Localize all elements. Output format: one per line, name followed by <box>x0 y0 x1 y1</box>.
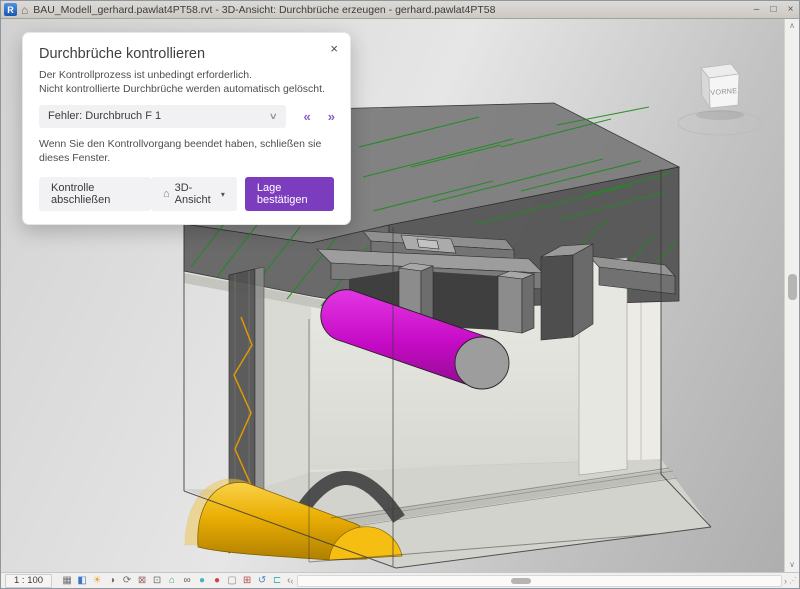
shadows-icon[interactable]: ◑ <box>105 574 119 588</box>
displaced-elements-icon[interactable]: ↺ <box>255 574 269 588</box>
reveal-hidden-icon[interactable]: ● <box>195 574 209 588</box>
dialog-button-row: Kontrolle abschließen ⌂ 3D-Ansicht ▾ Lag… <box>39 177 334 211</box>
scroll-right-button[interactable]: › <box>784 574 787 588</box>
analytical-model-icon[interactable]: ● <box>210 574 224 588</box>
revit-window: R ⌂ BAU_Modell_gerhard.pawlat4PT58.rvt -… <box>0 0 800 589</box>
chevron-down-icon: ∨ <box>269 111 278 122</box>
constraints-icon[interactable]: ⊞ <box>240 574 254 588</box>
caret-down-icon: ▾ <box>221 190 225 199</box>
dialog-note: Wenn Sie den Kontrollvorgang beendet hab… <box>39 138 334 166</box>
viewcube-front-label: VORNE <box>710 86 738 97</box>
temporary-view-properties-icon[interactable]: ▢ <box>225 574 239 588</box>
home-icon[interactable]: ⌂ <box>21 4 28 16</box>
horizontal-scroll-thumb[interactable] <box>511 578 531 584</box>
finish-control-button[interactable]: Kontrolle abschließen <box>39 177 151 211</box>
durchbrueche-dialog: × Durchbrüche kontrollieren Der Kontroll… <box>22 32 351 225</box>
window-title: BAU_Modell_gerhard.pawlat4PT58.rvt - 3D-… <box>33 4 495 16</box>
house-icon: ⌂ <box>163 188 170 200</box>
next-error-button[interactable]: » <box>328 109 334 124</box>
vertical-scrollbar[interactable]: ∧ ∨ <box>784 19 799 572</box>
vertical-scroll-thumb[interactable] <box>788 274 797 300</box>
3d-viewport[interactable]: VORNE ∧ ∨ × Durchbrüche kontrollieren De… <box>1 19 799 572</box>
viewcube[interactable]: VORNE <box>678 64 762 135</box>
view-control-bar: 1 : 100 ▦◧☀◑⟳⊠⊡⌂∞●●▢⊞↺⊏ ‹ ‹ › ⋰ <box>1 572 799 588</box>
temporary-hide-isolate-icon[interactable]: ∞ <box>180 574 194 588</box>
crop-region-icon[interactable]: ⊡ <box>150 574 164 588</box>
previous-error-button[interactable]: « <box>304 109 310 124</box>
error-dropdown[interactable]: Fehler: Durchbruch F 1 ∨ <box>39 105 286 128</box>
title-bar: R ⌂ BAU_Modell_gerhard.pawlat4PT58.rvt -… <box>1 1 799 19</box>
window-controls: – □ × <box>748 4 799 15</box>
revit-app-icon[interactable]: R <box>4 3 17 16</box>
error-navigation-row: Fehler: Durchbruch F 1 ∨ « » <box>39 105 334 128</box>
rendering-icon[interactable]: ⟳ <box>120 574 134 588</box>
error-dropdown-value: Fehler: Durchbruch F 1 <box>48 110 161 122</box>
finish-control-label: Kontrolle abschließen <box>51 182 139 206</box>
horizontal-scrollbar[interactable] <box>297 575 782 587</box>
scroll-left-button[interactable]: ‹ <box>290 574 293 588</box>
confirm-position-label: Lage bestätigen <box>257 182 308 206</box>
locked-3d-view-icon[interactable]: ⌂ <box>165 574 179 588</box>
close-window-button[interactable]: × <box>782 4 799 15</box>
scroll-up-button[interactable]: ∧ <box>785 19 799 33</box>
minimize-button[interactable]: – <box>748 4 765 15</box>
dialog-title: Durchbrüche kontrollieren <box>39 46 334 62</box>
crop-view-icon[interactable]: ⊠ <box>135 574 149 588</box>
worksharing-display-icon[interactable]: ⊏ <box>270 574 284 588</box>
dialog-text-line1: Der Kontrollprozess ist unbedingt erford… <box>39 69 334 83</box>
dialog-close-icon[interactable]: × <box>330 41 338 56</box>
view-dropdown-label: 3D-Ansicht <box>175 182 216 206</box>
confirm-position-button[interactable]: Lage bestätigen <box>245 177 334 211</box>
resize-grip-icon[interactable]: ⋰ <box>789 576 797 585</box>
visual-style-icon[interactable]: ◧ <box>75 574 89 588</box>
scale-button[interactable]: 1 : 100 <box>5 574 52 588</box>
view-control-icons: ▦◧☀◑⟳⊠⊡⌂∞●●▢⊞↺⊏ <box>60 574 284 588</box>
sun-path-icon[interactable]: ☀ <box>90 574 104 588</box>
dialog-text-line2: Nicht kontrollierte Durchbrüche werden a… <box>39 83 334 97</box>
scroll-down-button[interactable]: ∨ <box>785 558 799 572</box>
view-dropdown-button[interactable]: ⌂ 3D-Ansicht ▾ <box>151 177 237 211</box>
maximize-button[interactable]: □ <box>765 4 782 15</box>
detail-level-icon[interactable]: ▦ <box>60 574 74 588</box>
magenta-pipe-cap <box>455 337 509 389</box>
